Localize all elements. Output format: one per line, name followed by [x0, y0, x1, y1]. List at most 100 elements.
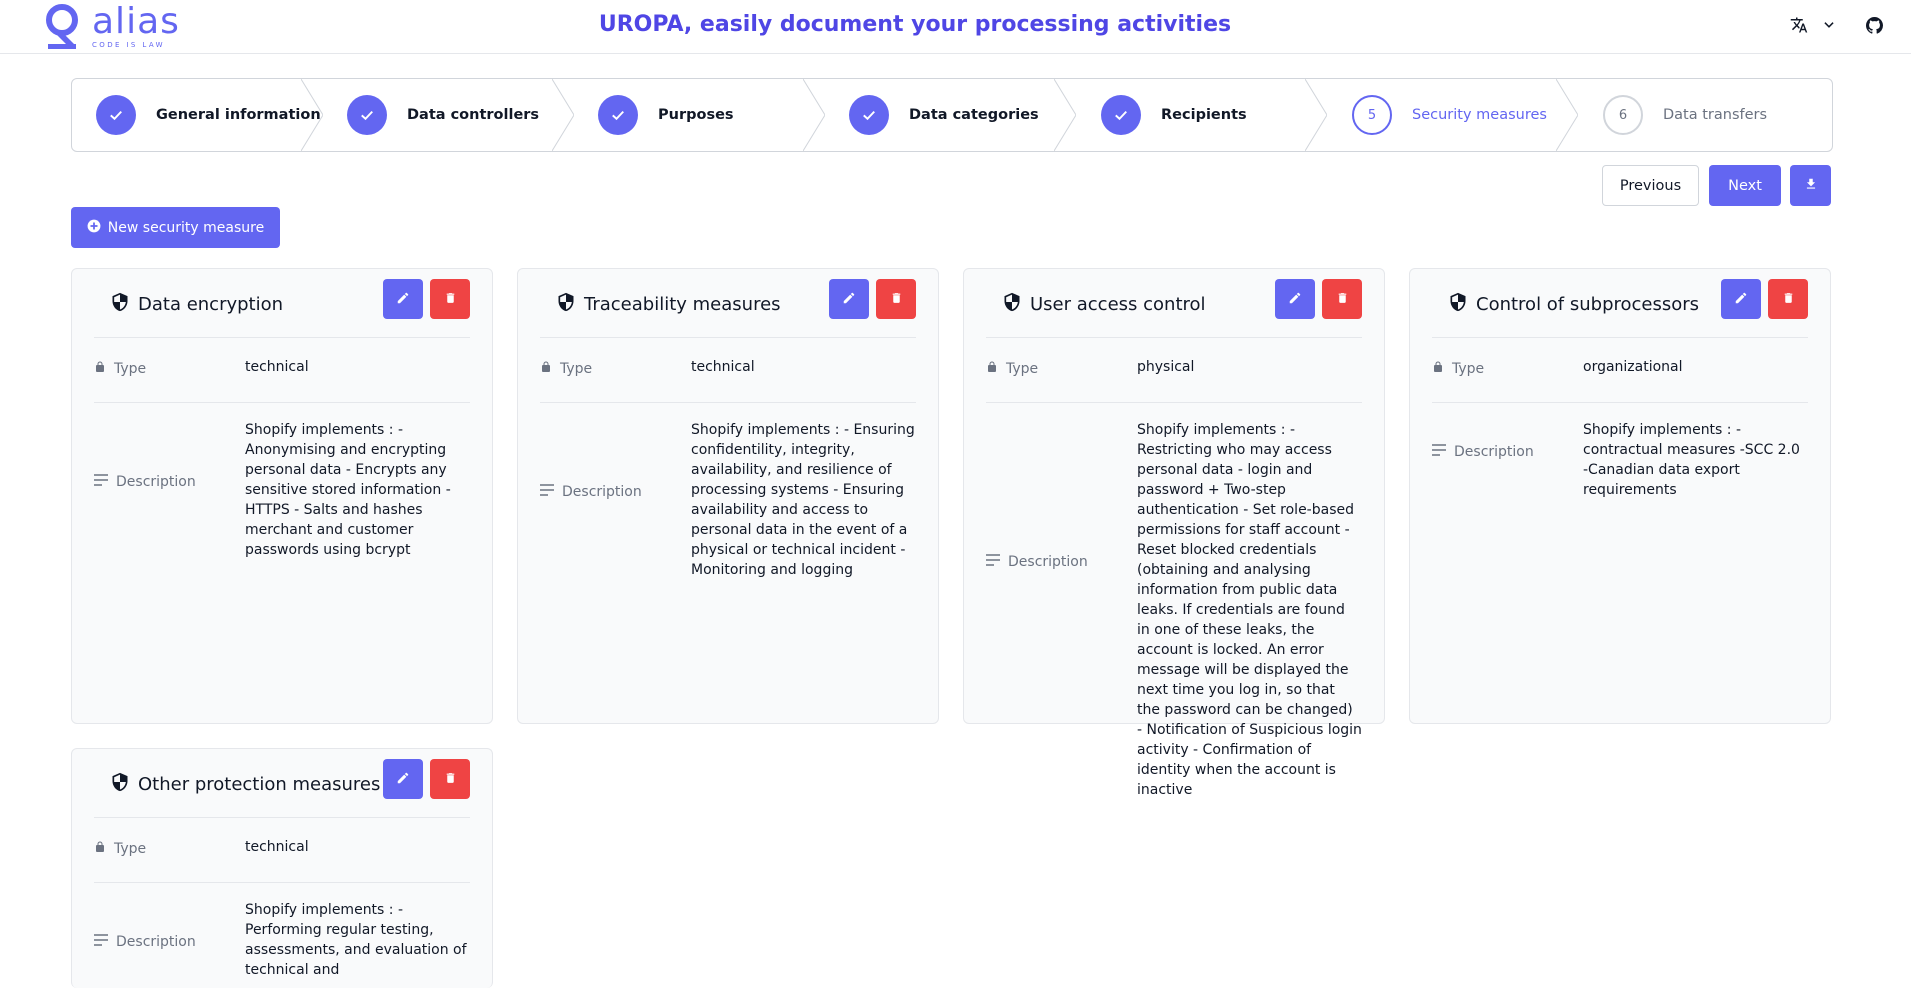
pencil-icon: [396, 290, 410, 309]
delete-button[interactable]: [430, 759, 470, 799]
type-value: physical: [1137, 359, 1195, 375]
check-icon: [96, 95, 136, 135]
type-label: Type: [560, 361, 593, 377]
description-label: Description: [1454, 444, 1534, 460]
lock-icon: [986, 360, 998, 378]
pencil-icon: [1288, 290, 1302, 309]
security-measure-card: Traceability measures Type technical Des…: [517, 268, 939, 724]
shield-icon: [110, 771, 130, 798]
card-title: User access control: [1030, 294, 1206, 315]
shield-icon: [1448, 291, 1468, 318]
type-label: Type: [114, 361, 147, 377]
notes-icon: [540, 484, 554, 500]
type-value: organizational: [1583, 359, 1683, 375]
delete-button[interactable]: [876, 279, 916, 319]
step-number: 6: [1603, 95, 1643, 135]
step-separator: [1305, 79, 1327, 151]
lock-icon: [1432, 360, 1444, 378]
step-recipients[interactable]: Recipients: [1101, 79, 1247, 151]
type-value: technical: [245, 359, 309, 375]
security-measure-card: User access control Type physical Descri…: [963, 268, 1385, 798]
github-icon[interactable]: [1866, 17, 1883, 38]
edit-button[interactable]: [829, 279, 869, 319]
step-security-measures[interactable]: 5 Security measures: [1352, 79, 1547, 151]
edit-button[interactable]: [1275, 279, 1315, 319]
description-label: Description: [562, 484, 642, 500]
step-label: Recipients: [1161, 107, 1247, 123]
download-icon: [1804, 177, 1818, 195]
lock-icon: [94, 840, 106, 858]
pencil-icon: [842, 290, 856, 309]
new-security-measure-label: New security measure: [107, 219, 265, 236]
stepper: General information Data controllers Pur…: [71, 78, 1833, 152]
step-general-information[interactable]: General information: [96, 79, 321, 151]
description-label: Description: [116, 934, 196, 950]
step-label: Purposes: [658, 107, 734, 123]
pencil-icon: [396, 770, 410, 789]
page-title: UROPA, easily document your processing a…: [598, 12, 1232, 37]
step-label: Data categories: [909, 107, 1039, 123]
card-title: Control of subprocessors: [1476, 294, 1700, 315]
security-measure-card: Other protection measures Type technical…: [71, 748, 493, 988]
type-label: Type: [1452, 361, 1485, 377]
shield-icon: [1002, 291, 1022, 318]
step-separator: [301, 79, 323, 151]
check-icon: [849, 95, 889, 135]
app-header: alias CODE IS LAW UROPA, easily document…: [0, 0, 1911, 54]
security-measure-card: Control of subprocessors Type organizati…: [1409, 268, 1831, 724]
edit-button[interactable]: [383, 279, 423, 319]
translate-icon: [1790, 16, 1808, 38]
step-number: 5: [1352, 95, 1392, 135]
notes-icon: [986, 554, 1000, 570]
shield-icon: [556, 291, 576, 318]
security-measure-card: Data encryption Type technical Descripti…: [71, 268, 493, 724]
trash-icon: [890, 290, 903, 309]
notes-icon: [94, 474, 108, 490]
type-value: technical: [691, 359, 755, 375]
step-separator: [1556, 79, 1578, 151]
chevron-down-icon: [1822, 18, 1836, 36]
card-title: Data encryption: [138, 294, 284, 315]
step-data-controllers[interactable]: Data controllers: [347, 79, 539, 151]
step-label: Data transfers: [1663, 107, 1768, 123]
lock-icon: [540, 360, 552, 378]
previous-button[interactable]: Previous: [1602, 165, 1699, 206]
check-icon: [347, 95, 387, 135]
delete-button[interactable]: [1768, 279, 1808, 319]
trash-icon: [1782, 290, 1795, 309]
description-label: Description: [116, 474, 196, 490]
trash-icon: [1336, 290, 1349, 309]
check-icon: [598, 95, 638, 135]
download-button[interactable]: [1790, 165, 1831, 206]
description-value: Shopify implements : - Restricting who m…: [1137, 422, 1362, 798]
trash-icon: [444, 290, 457, 309]
edit-button[interactable]: [383, 759, 423, 799]
step-data-categories[interactable]: Data categories: [849, 79, 1039, 151]
delete-button[interactable]: [430, 279, 470, 319]
new-security-measure-button[interactable]: New security measure: [71, 207, 280, 248]
notes-icon: [94, 934, 108, 950]
step-separator: [803, 79, 825, 151]
trash-icon: [444, 770, 457, 789]
description-value: Shopify implements : -contractual measur…: [1583, 422, 1800, 498]
notes-icon: [1432, 444, 1446, 460]
step-purposes[interactable]: Purposes: [598, 79, 734, 151]
shield-icon: [110, 291, 130, 318]
description-label: Description: [1008, 554, 1088, 570]
next-button[interactable]: Next: [1709, 165, 1781, 206]
type-value: technical: [245, 839, 309, 855]
description-value: Shopify implements : - Performing regula…: [245, 902, 467, 978]
step-label: Data controllers: [407, 107, 540, 123]
description-value: Shopify implements : - Anonymising and e…: [245, 422, 451, 558]
step-separator: [1054, 79, 1076, 151]
step-label: General information: [156, 107, 321, 123]
logo-tagline: CODE IS LAW: [92, 40, 165, 49]
step-separator: [552, 79, 574, 151]
pencil-icon: [1734, 290, 1748, 309]
card-title: Traceability measures: [584, 294, 781, 315]
edit-button[interactable]: [1721, 279, 1761, 319]
language-selector[interactable]: [1790, 16, 1836, 38]
step-data-transfers[interactable]: 6 Data transfers: [1603, 79, 1767, 151]
check-icon: [1101, 95, 1141, 135]
delete-button[interactable]: [1322, 279, 1362, 319]
